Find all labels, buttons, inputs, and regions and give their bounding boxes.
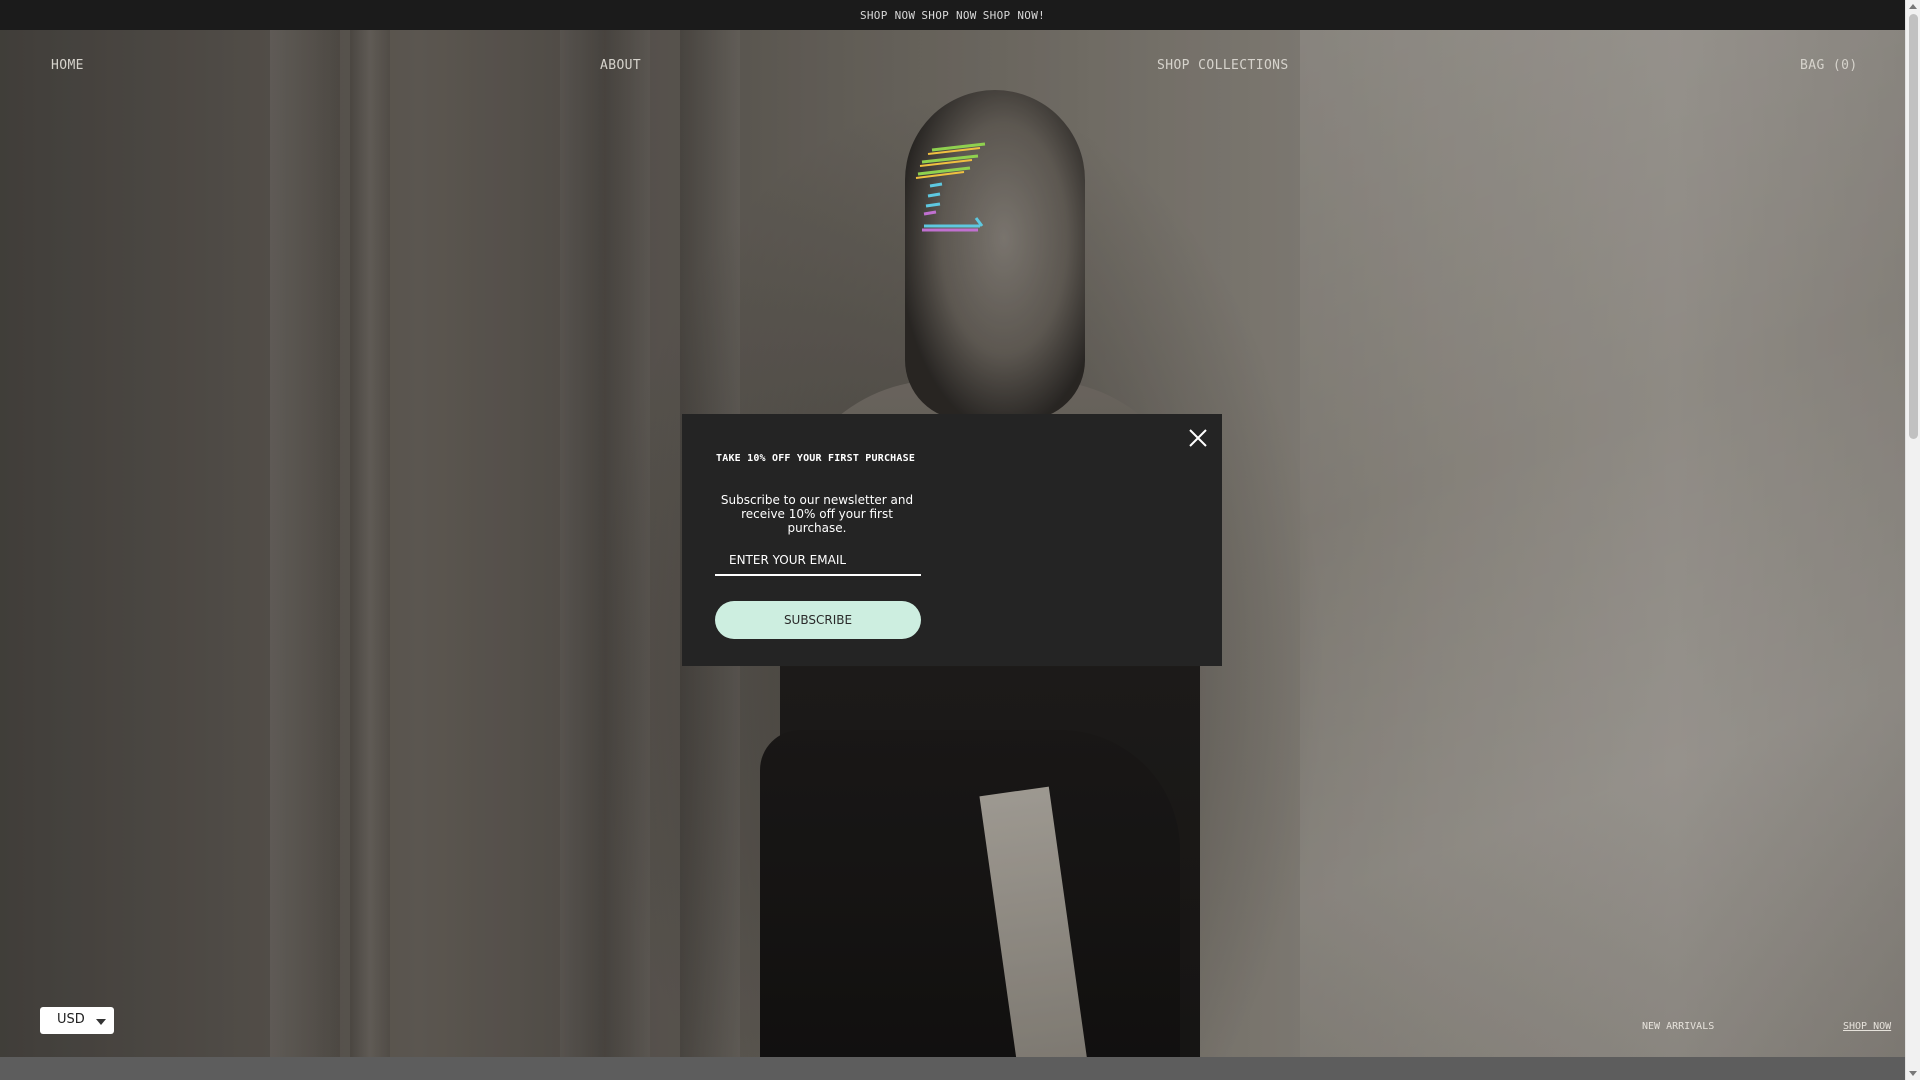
announcement-item[interactable]: SHOP NOW	[860, 9, 915, 22]
hero-caption: NEW ARRIVALS	[1642, 1021, 1715, 1032]
currency-select[interactable]: USD	[40, 1007, 114, 1034]
brand-logo-icon[interactable]	[910, 140, 990, 235]
announcement-item[interactable]: SHOP NOW	[921, 9, 976, 22]
subscribe-button[interactable]: SUBSCRIBE	[715, 601, 921, 639]
scroll-up-icon[interactable]	[1909, 4, 1917, 9]
nav-home[interactable]: HOME	[51, 58, 84, 73]
email-input[interactable]	[715, 546, 921, 576]
bottom-strip	[0, 1057, 1905, 1080]
announcement-bar: SHOP NOW SHOP NOW SHOP NOW!	[0, 0, 1905, 30]
close-icon[interactable]	[1186, 426, 1210, 450]
scrollbar-thumb[interactable]	[1909, 14, 1918, 439]
shop-now-link[interactable]: SHOP NOW	[1843, 1021, 1891, 1032]
newsletter-popup: TAKE 10% OFF YOUR FIRST PURCHASE Subscri…	[682, 414, 1222, 666]
popup-description: Subscribe to our newsletter and receive …	[720, 493, 914, 535]
currency-value: USD	[57, 1012, 85, 1027]
nav-about[interactable]: ABOUT	[600, 58, 641, 73]
announcement-item[interactable]: SHOP NOW!	[983, 9, 1045, 22]
scrollbar[interactable]	[1905, 0, 1920, 1080]
scroll-down-icon[interactable]	[1909, 1071, 1917, 1076]
popup-title: TAKE 10% OFF YOUR FIRST PURCHASE	[716, 453, 916, 464]
nav-shop-collections[interactable]: SHOP COLLECTIONS	[1157, 58, 1289, 73]
chevron-down-icon	[96, 1019, 106, 1025]
nav-bag[interactable]: BAG (0)	[1800, 58, 1858, 73]
page: SHOP NOW SHOP NOW SHOP NOW! HOME ABOUT S…	[0, 0, 1920, 1080]
